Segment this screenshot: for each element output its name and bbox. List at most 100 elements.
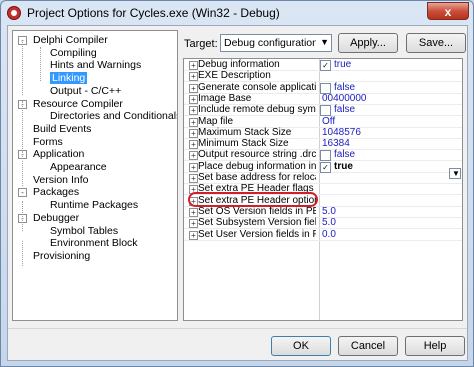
- tree-item[interactable]: Build Events: [33, 123, 91, 135]
- value-dropdown-button[interactable]: ▼: [449, 168, 461, 179]
- title-bar: Project Options for Cycles.exe (Win32 - …: [1, 1, 473, 25]
- options-tree[interactable]: - Delphi Compiler Compiling Hints and Warni…: [12, 30, 178, 321]
- target-combo[interactable]: Debug configuration - 32- ▼: [220, 34, 332, 52]
- property-checkbox[interactable]: [320, 150, 331, 162]
- property-expander-icon[interactable]: +: [189, 230, 198, 240]
- ok-button[interactable]: OK: [271, 336, 331, 356]
- linking-options-grid[interactable]: + Debug information ✓ true + EXE Description +…: [183, 58, 463, 321]
- property-checkbox[interactable]: ✓: [320, 60, 331, 71]
- tree-item[interactable]: - Delphi Compiler: [18, 34, 108, 46]
- tree-item-label: Provisioning: [33, 249, 91, 262]
- property-expander-icon[interactable]: +: [189, 61, 198, 70]
- tree-item-label: Version Info: [33, 173, 89, 186]
- property-value[interactable]: 00400000: [322, 93, 367, 104]
- property-expander-icon[interactable]: +: [189, 219, 198, 229]
- property-expander-icon[interactable]: +: [189, 140, 198, 150]
- tree-item-label: Application: [33, 148, 85, 161]
- footer-divider: [8, 328, 467, 329]
- tree-connector-line: [40, 47, 41, 81]
- tree-item[interactable]: - Packages: [18, 186, 79, 198]
- tree-connector-line: [22, 40, 23, 95]
- highlight-annotation: [188, 192, 318, 207]
- tree-connector-line: [22, 161, 23, 186]
- property-name: Set Subsystem Version fields in PE: [198, 217, 316, 229]
- property-value[interactable]: false: [334, 149, 355, 160]
- dropdown-arrow-icon: ▼: [452, 169, 460, 178]
- target-label: Target:: [184, 38, 218, 50]
- property-value[interactable]: 1048576: [322, 127, 361, 138]
- property-expander-icon[interactable]: +: [189, 174, 198, 183]
- tree-item[interactable]: Runtime Packages: [50, 199, 138, 211]
- property-name: Debug information: [198, 59, 280, 70]
- property-name: Set OS Version fields in PE Header: [198, 205, 316, 217]
- property-value[interactable]: true: [334, 161, 353, 172]
- tree-item[interactable]: Appearance: [50, 161, 107, 173]
- tree-item[interactable]: Hints and Warnings: [50, 59, 141, 71]
- tree-item[interactable]: Output - C/C++: [50, 85, 121, 97]
- dropdown-arrow-icon: ▼: [320, 37, 329, 47]
- property-checkbox[interactable]: ✓: [320, 161, 331, 173]
- close-button[interactable]: x: [427, 2, 469, 20]
- property-value[interactable]: false: [334, 82, 355, 93]
- tree-connector-line: [22, 241, 23, 266]
- property-expander-icon[interactable]: +: [189, 151, 198, 161]
- apply-button[interactable]: Apply...: [338, 33, 398, 53]
- property-value[interactable]: Off: [322, 116, 335, 127]
- tree-item-label: Build Events: [33, 122, 92, 135]
- tree-item-label: Environment Block: [50, 237, 138, 250]
- tree-item[interactable]: Linking: [50, 72, 88, 85]
- save-button[interactable]: Save...: [406, 33, 466, 53]
- property-name: Image Base: [198, 92, 252, 104]
- tree-item-label: Appearance: [50, 161, 107, 173]
- property-expander-icon[interactable]: +: [189, 94, 198, 104]
- property-name: Output resource string .drc file: [198, 149, 316, 161]
- property-value[interactable]: true: [334, 59, 351, 70]
- tree-item[interactable]: Compiling: [50, 47, 97, 59]
- property-name: Include remote debug symbols: [198, 104, 316, 116]
- window-title: Project Options for Cycles.exe (Win32 - …: [27, 6, 280, 20]
- tree-item[interactable]: Directories and Conditionals: [50, 110, 177, 122]
- property-name: Minimum Stack Size: [198, 138, 289, 150]
- property-name: Place debug information in separa: [198, 160, 316, 172]
- property-value[interactable]: 0.0: [322, 229, 336, 240]
- tree-connector-line: [22, 101, 23, 151]
- property-expander-icon[interactable]: +: [189, 207, 198, 217]
- property-value[interactable]: 5.0: [322, 206, 336, 217]
- delphi-app-icon: [7, 6, 21, 20]
- tree-item[interactable]: Symbol Tables: [50, 225, 118, 237]
- target-combo-value: Debug configuration - 32-: [224, 37, 316, 49]
- tree-item[interactable]: Forms: [33, 136, 63, 148]
- property-expander-icon[interactable]: +: [189, 72, 198, 82]
- tree-item[interactable]: - Application: [18, 148, 85, 161]
- tree-item-label: Output - C/C++: [50, 84, 122, 97]
- tree-item-label: Compiling: [50, 46, 97, 59]
- dialog-body: - Delphi Compiler Compiling Hints and Warni…: [7, 25, 468, 361]
- property-expander-icon[interactable]: +: [189, 117, 198, 127]
- tree-item-label: Symbol Tables: [50, 224, 119, 237]
- property-expander-icon[interactable]: +: [189, 128, 198, 138]
- tree-item[interactable]: - Debugger: [18, 212, 79, 224]
- cancel-button[interactable]: Cancel: [338, 336, 398, 356]
- property-row[interactable]: +Set User Version fields in PE Head 0.0: [184, 228, 462, 241]
- tree-expander-icon[interactable]: -: [18, 188, 27, 198]
- help-button[interactable]: Help: [405, 336, 465, 356]
- property-name: Set base address for relocatable: [198, 172, 316, 183]
- property-expander-icon[interactable]: +: [189, 106, 198, 116]
- property-value[interactable]: 5.0: [322, 217, 336, 228]
- tree-item-label: Linking: [50, 72, 88, 85]
- property-value[interactable]: 16384: [322, 138, 350, 149]
- property-name: EXE Description: [198, 70, 271, 82]
- tree-item-label: Delphi Compiler: [33, 34, 108, 46]
- property-value[interactable]: false: [334, 104, 355, 115]
- tree-item-label: Forms: [33, 135, 63, 148]
- property-name: Set User Version fields in PE Head: [198, 228, 316, 240]
- tree-item[interactable]: Version Info: [33, 174, 88, 186]
- tree-item[interactable]: Environment Block: [50, 237, 138, 249]
- property-expander-icon[interactable]: +: [189, 83, 198, 93]
- tree-item[interactable]: Provisioning: [33, 250, 90, 262]
- tree-item-label: Runtime Packages: [50, 199, 139, 212]
- property-expander-icon[interactable]: +: [189, 162, 198, 172]
- tree-connector-line: [22, 151, 23, 159]
- tree-item[interactable]: - Resource Compiler: [18, 98, 123, 110]
- project-options-dialog: Project Options for Cycles.exe (Win32 - …: [0, 0, 474, 367]
